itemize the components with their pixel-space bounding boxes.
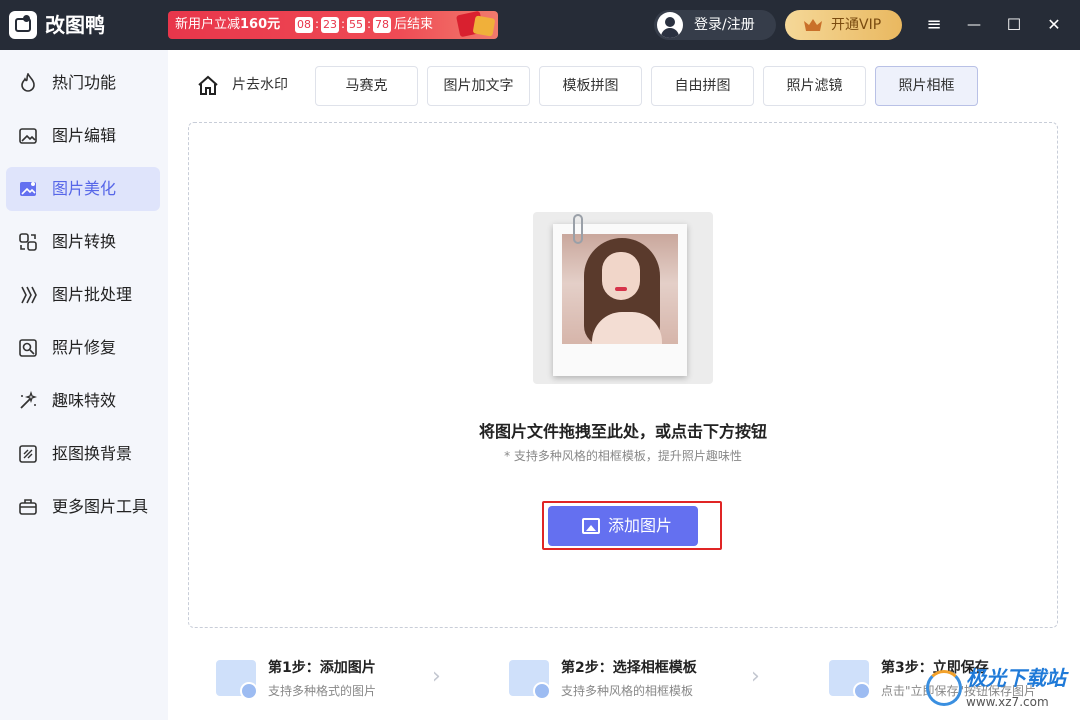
sidebar-item-label: 照片修复 [52,338,117,357]
home-icon[interactable] [196,74,220,98]
crown-icon [804,19,822,31]
watermark-url: www.xz7.com [966,695,1049,709]
tab-mosaic[interactable]: 马赛克 [315,66,418,106]
step3-save-icon [829,660,871,700]
timer-ms: 78 [373,17,391,33]
timer-seconds: 55 [347,17,365,33]
login-button[interactable]: 登录/注册 [654,10,776,40]
toolbox-icon [19,499,37,515]
image-beautify-icon [20,182,36,196]
step1-desc: 支持多种格式的图片 [268,684,377,698]
batch-icon [21,286,37,304]
title-bar: 改图鸭 新用户立减160元 08 : 23 : 55 : 78 后结束 登录/注… [0,0,1080,50]
frame-preview-image [533,212,713,384]
sidebar-item-label: 抠图换背景 [52,444,133,463]
sidebar-item-label: 趣味特效 [52,391,117,410]
menu-icon[interactable]: ≡ [921,12,947,38]
promo-amount: 160元 [240,17,281,32]
maximize-icon[interactable]: ☐ [1001,12,1027,38]
sidebar-item-label: 图片美化 [52,179,117,198]
image-edit-icon [19,128,37,144]
minimize-icon[interactable]: — [961,12,987,38]
step1-title: 第1步：添加图片 [268,660,376,676]
drop-zone-title: 将图片文件拖拽至此处，或点击下方按钮 [478,422,767,441]
watermark-text: 极光下载站 [966,666,1066,690]
chevron-right-icon: › [751,664,760,689]
tab-remove-watermark[interactable]: 片去水印 [232,66,306,106]
paperclip-icon [573,214,583,244]
timer-minutes: 23 [321,17,339,33]
promo-banner[interactable]: 新用户立减160元 08 : 23 : 55 : 78 后结束 [168,10,498,39]
convert-icon [19,233,37,251]
cutout-icon [19,445,37,463]
chevron-right-icon: › [432,664,441,689]
magic-wand-icon [20,391,38,409]
step2-template-icon [509,660,551,700]
tab-add-text[interactable]: 图片加文字 [427,66,530,106]
sidebar-item-convert[interactable]: 图片转换 [6,220,160,264]
step2-desc: 支持多种风格的相框模板 [561,684,694,698]
tab-photo-filter[interactable]: 照片滤镜 [763,66,866,106]
sidebar-item-label: 图片编辑 [52,126,117,145]
sidebar: 热门功能 图片编辑 图片美化 图片转换 图片批处理 照片修复 趣味特效 抠图换背… [0,50,168,720]
close-icon[interactable]: ✕ [1041,12,1067,38]
app-logo-icon [9,11,37,39]
flame-icon [21,73,35,92]
repair-icon [19,339,37,357]
login-label: 登录/注册 [694,17,755,33]
sidebar-item-hot[interactable]: 热门功能 [6,61,160,105]
sidebar-item-repair[interactable]: 照片修复 [6,326,160,370]
vip-label: 开通VIP [831,17,882,33]
sidebar-item-label: 图片批处理 [52,285,133,304]
timer-hours: 08 [295,17,313,33]
sidebar-item-label: 热门功能 [52,73,117,92]
promo-suffix: 后结束 [394,17,434,32]
sidebar-item-effects[interactable]: 趣味特效 [6,379,160,423]
sidebar-item-label: 图片转换 [52,232,117,251]
avatar-icon [657,12,683,38]
sidebar-item-batch[interactable]: 图片批处理 [6,273,160,317]
promo-text-prefix: 新用户立减 [175,17,241,32]
tab-template-collage[interactable]: 模板拼图 [539,66,642,106]
watermark-logo-icon [926,670,962,706]
vip-button[interactable]: 开通VIP [785,10,902,40]
sidebar-item-label: 更多图片工具 [52,497,149,516]
sidebar-item-more-tools[interactable]: 更多图片工具 [6,485,160,529]
tab-free-collage[interactable]: 自由拼图 [651,66,754,106]
step1-image-icon [216,660,258,700]
sidebar-item-beautify[interactable]: 图片美化 [6,167,160,211]
sidebar-item-cutout[interactable]: 抠图换背景 [6,432,160,476]
step2-title: 第2步：选择相框模板 [561,660,697,676]
coin-envelope-icon [472,15,496,37]
sidebar-item-edit[interactable]: 图片编辑 [6,114,160,158]
app-name: 改图鸭 [45,13,105,37]
image-icon [582,518,600,534]
add-image-label: 添加图片 [608,516,673,535]
add-image-button[interactable]: 添加图片 [548,506,698,546]
tab-photo-frame[interactable]: 照片相框 [875,66,978,106]
drop-zone-subtitle: * 支持多种风格的相框模板，提升照片趣味性 [504,449,742,463]
